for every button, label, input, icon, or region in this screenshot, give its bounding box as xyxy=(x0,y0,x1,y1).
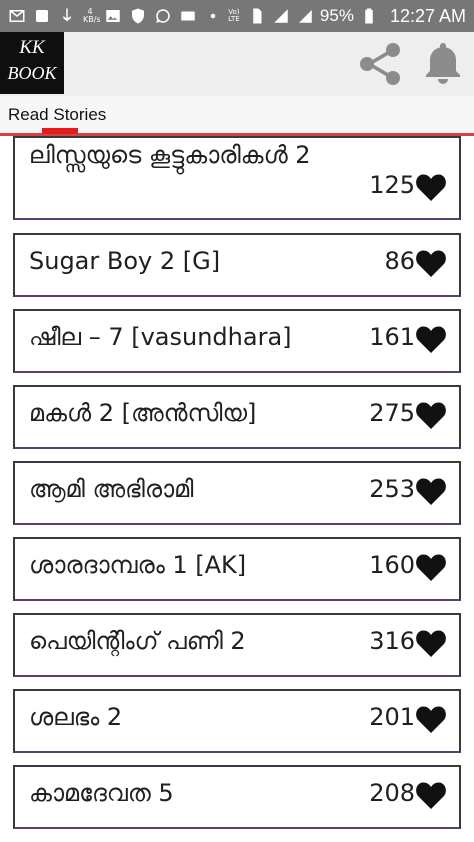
heart-icon[interactable] xyxy=(415,172,447,202)
email-icon xyxy=(179,7,197,25)
story-likes: 86 xyxy=(384,247,415,275)
story-item[interactable]: Sugar Boy 2 [G] 86 xyxy=(13,233,461,297)
story-item[interactable]: ശലഭം 2 201 xyxy=(13,689,461,753)
story-title: ഷീല – 7 [vasundhara] xyxy=(29,323,292,351)
notification-box-icon xyxy=(33,7,51,25)
battery-icon xyxy=(360,7,378,25)
story-likes: 125 xyxy=(369,171,415,199)
story-likes: 201 xyxy=(369,703,415,731)
story-likes: 253 xyxy=(369,475,415,503)
heart-icon[interactable] xyxy=(415,324,447,354)
story-title: Sugar Boy 2 [G] xyxy=(29,247,221,275)
usb-icon xyxy=(58,7,76,25)
logo-line-1: KK xyxy=(19,37,45,58)
tab-label: Read Stories xyxy=(8,105,107,124)
sim-icon xyxy=(248,7,266,25)
story-likes: 208 xyxy=(369,779,415,807)
image-icon xyxy=(104,7,122,25)
story-likes: 275 xyxy=(369,399,415,427)
whatsapp-icon xyxy=(154,7,172,25)
heart-icon[interactable] xyxy=(415,704,447,734)
shield-icon xyxy=(129,7,147,25)
clock: 12:27 AM xyxy=(389,5,466,26)
bell-icon xyxy=(426,43,460,84)
story-title: ആമി അഭിരാമി xyxy=(29,475,194,503)
notification-icons: 4 KB/s xyxy=(8,4,222,28)
logo-line-2: BOOK xyxy=(7,63,57,83)
story-likes: 161 xyxy=(369,323,415,351)
story-item[interactable]: കാമദേവത 5 208 xyxy=(13,765,461,829)
story-title: പെയിന്റിംഗ് പണി 2 xyxy=(29,627,246,655)
story-item[interactable]: ഷീല – 7 [vasundhara] 161 xyxy=(13,309,461,373)
story-item[interactable]: ലിസ്സയുടെ കൂട്ടുകാരികൾ 2 125 xyxy=(13,136,461,220)
system-icons: Vo) LTE 95% 12:27 AM xyxy=(226,4,466,28)
story-title: ശാരദാമ്പരം 1 [AK] xyxy=(29,551,247,579)
story-title: മകൾ 2 [അൻസിയ] xyxy=(29,399,257,427)
story-item[interactable]: ശാരദാമ്പരം 1 [AK] 160 xyxy=(13,537,461,601)
status-bar: 4 KB/s Vo) LTE 95% 12:27 AM xyxy=(0,0,474,32)
mail-icon xyxy=(8,7,26,25)
battery-percent: 95% xyxy=(319,6,354,25)
story-title: ശലഭം 2 xyxy=(29,703,123,731)
story-item[interactable]: പെയിന്റിംഗ് പണി 2 316 xyxy=(13,613,461,677)
heart-icon[interactable] xyxy=(415,552,447,582)
heart-icon[interactable] xyxy=(415,476,447,506)
volte-label: Vo) LTE xyxy=(228,8,240,23)
signal-icon xyxy=(296,7,314,25)
story-title: കാമദേവത 5 xyxy=(29,779,174,807)
share-icon xyxy=(360,43,400,85)
story-title: ലിസ്സയുടെ കൂട്ടുകാരികൾ 2 xyxy=(29,141,311,169)
story-likes: 160 xyxy=(369,551,415,579)
more-dot-icon xyxy=(204,7,222,25)
share-button[interactable] xyxy=(356,40,404,88)
story-likes: 316 xyxy=(369,627,415,655)
notifications-button[interactable] xyxy=(419,39,467,87)
active-tab-indicator xyxy=(42,128,78,134)
network-speed: 4 KB/s xyxy=(83,7,101,24)
heart-icon[interactable] xyxy=(415,400,447,430)
heart-icon[interactable] xyxy=(415,628,447,658)
story-item[interactable]: ആമി അഭിരാമി 253 xyxy=(13,461,461,525)
heart-icon[interactable] xyxy=(415,248,447,278)
lte-signal-icon xyxy=(272,7,290,25)
heart-icon[interactable] xyxy=(415,780,447,810)
story-item[interactable]: മകൾ 2 [അൻസിയ] 275 xyxy=(13,385,461,449)
app-logo[interactable]: KK BOOK xyxy=(0,32,64,94)
